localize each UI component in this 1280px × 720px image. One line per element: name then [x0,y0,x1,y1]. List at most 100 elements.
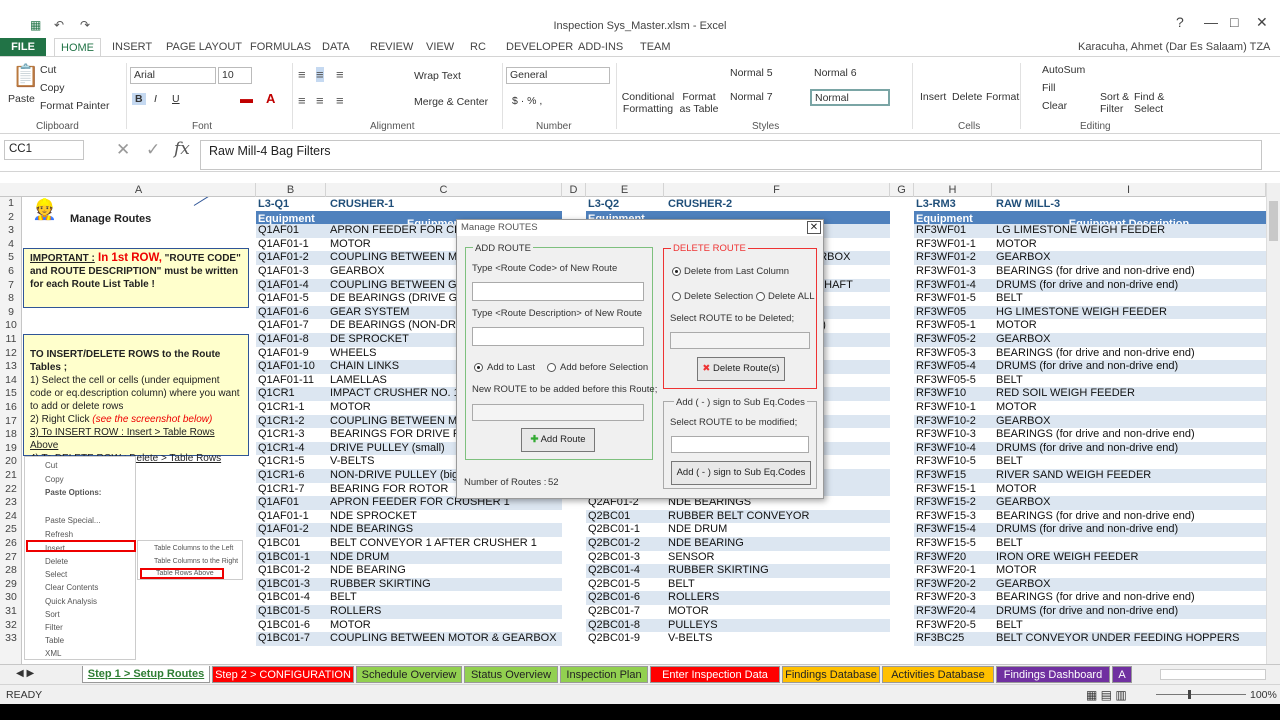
row-header[interactable]: 18 [0,428,22,442]
row-header[interactable]: 12 [0,347,22,361]
conditional-formatting-button[interactable]: Conditional Formatting [620,91,676,115]
col-e[interactable]: E [586,183,664,197]
merge-center-button[interactable]: Merge & Center [414,96,488,108]
row-header[interactable]: 10 [0,319,22,333]
fill-button[interactable]: Fill [1042,82,1055,94]
equipment-code[interactable]: Q1CR1-3 [256,428,326,442]
row-header[interactable]: 6 [0,265,22,279]
sheet-tab[interactable]: A [1112,666,1132,683]
equipment-code[interactable]: Q1AF01 [256,224,326,238]
find-select-button[interactable]: Find & Select [1134,91,1168,115]
equipment-code[interactable]: Q1AF01-2 [256,523,326,537]
tab-team[interactable]: TEAM [634,38,677,56]
copy-button[interactable]: Copy [40,82,65,94]
clear-button[interactable]: Clear [1042,100,1067,112]
align-left-icon[interactable]: ≡ [298,93,306,108]
equipment-code[interactable]: Q1CR1-2 [256,415,326,429]
sort-filter-button[interactable]: Sort & Filter [1100,91,1132,115]
sheet-nav-icon[interactable]: ◀ ▶ [16,668,34,679]
equipment-description[interactable]: MOTOR [328,619,562,633]
equipment-description[interactable]: HG LIMESTONE WEIGH FEEDER [994,306,1266,320]
row-header[interactable]: 5 [0,251,22,265]
delete-last-radio[interactable] [672,267,681,276]
paste-icon[interactable]: 📋 [12,63,39,89]
tab-rc[interactable]: RC [464,38,492,56]
style-normal-5[interactable]: Normal 5 [726,65,806,82]
col-h[interactable]: H [914,183,992,197]
col-a[interactable]: A [22,183,256,197]
sheet-tab[interactable]: Findings Dashboard [996,666,1110,683]
tab-add-ins[interactable]: ADD-INS [572,38,629,56]
row-header[interactable]: 26 [0,537,22,551]
autosum-button[interactable]: AutoSum [1042,64,1085,76]
equipment-description[interactable]: GEARBOX [994,578,1266,592]
equipment-code[interactable]: Q1BC01-3 [256,578,326,592]
equipment-code[interactable]: RF3WF10-4 [914,442,992,456]
equipment-code[interactable]: Q2BC01-5 [586,578,664,592]
insert-cells-button[interactable]: Insert [920,91,946,103]
row-header[interactable]: 28 [0,564,22,578]
cancel-icon[interactable]: ✕ [116,140,130,160]
equipment-code[interactable]: Q1AF01-1 [256,510,326,524]
style-normal-6[interactable]: Normal 6 [810,65,890,82]
equipment-code[interactable]: Q1AF01-7 [256,319,326,333]
equipment-code[interactable]: Q1AF01-4 [256,279,326,293]
equipment-code[interactable]: RF3WF10-1 [914,401,992,415]
equipment-description[interactable]: PULLEYS [666,619,890,633]
sheet-tab[interactable]: Inspection Plan [560,666,648,683]
equipment-code[interactable]: Q1BC01 [256,537,326,551]
equipment-code[interactable]: RF3WF05-5 [914,374,992,388]
equipment-code[interactable]: RF3WF05-2 [914,333,992,347]
sheet-tab[interactable]: Activities Database [882,666,994,683]
equipment-code[interactable]: Q1CR1-4 [256,442,326,456]
equipment-description[interactable]: MOTOR [994,319,1266,333]
user-name[interactable]: Karacuha, Ahmet (Dar Es Salaam) TZA [1072,38,1276,56]
row-header[interactable]: 3 [0,224,22,238]
delete-selection-radio[interactable] [672,292,681,301]
equipment-code[interactable]: Q2BC01-3 [586,551,664,565]
add-to-last-radio[interactable] [474,363,483,372]
equipment-description[interactable]: IRON ORE WEIGH FEEDER [994,551,1266,565]
equipment-code[interactable]: RF3WF10-3 [914,428,992,442]
equipment-code[interactable]: Q1CR1-6 [256,469,326,483]
equipment-description[interactable]: NDE DRUM [666,523,890,537]
row-header[interactable]: 1 [0,197,22,211]
style-normal-7[interactable]: Normal 7 [726,89,806,106]
row-header[interactable]: 30 [0,591,22,605]
equipment-description[interactable]: COUPLING BETWEEN MOTOR & GEARBOX [328,632,562,646]
equipment-code[interactable]: RF3WF05-1 [914,319,992,333]
equipment-code[interactable]: RF3WF20-5 [914,619,992,633]
font-name-select[interactable]: Arial [130,67,216,84]
row-header[interactable]: 21 [0,469,22,483]
equipment-code[interactable]: RF3WF20 [914,551,992,565]
add-before-radio[interactable] [547,363,556,372]
equipment-description[interactable]: BELT [666,578,890,592]
row-header[interactable]: 17 [0,415,22,429]
italic-button[interactable]: I [154,93,157,105]
route-modify-select[interactable] [671,436,809,453]
align-bottom-icon[interactable]: ≡ [336,67,344,82]
tab-file[interactable]: FILE [0,38,46,56]
equipment-description[interactable]: MOTOR [994,564,1266,578]
tab-home[interactable]: HOME [54,38,101,56]
sheet-tab[interactable]: Findings Database [782,666,880,683]
row-header[interactable]: 7 [0,279,22,293]
equipment-description[interactable]: BELT [994,374,1266,388]
align-top-icon[interactable]: ≡ [298,67,306,82]
tab-insert[interactable]: INSERT [106,38,158,56]
equipment-code[interactable]: Q1AF01-6 [256,306,326,320]
equipment-description[interactable]: DRUMS (for drive and non-drive end) [994,523,1266,537]
equipment-code[interactable]: RF3WF15-1 [914,483,992,497]
equipment-code[interactable]: RF3WF01-5 [914,292,992,306]
equipment-description[interactable]: GEARBOX [994,415,1266,429]
row-header[interactable]: 16 [0,401,22,415]
equipment-code[interactable]: Q1CR1-5 [256,455,326,469]
equipment-code[interactable]: RF3WF20-3 [914,591,992,605]
equipment-description[interactable]: BEARINGS (for drive and non-drive end) [994,265,1266,279]
equipment-code[interactable]: Q1AF01-3 [256,265,326,279]
equipment-description[interactable]: MOTOR [994,401,1266,415]
row-header[interactable]: 19 [0,442,22,456]
equipment-code[interactable]: RF3WF01-3 [914,265,992,279]
equipment-description[interactable]: NDE DRUM [328,551,562,565]
equipment-code[interactable]: Q1AF01-9 [256,347,326,361]
